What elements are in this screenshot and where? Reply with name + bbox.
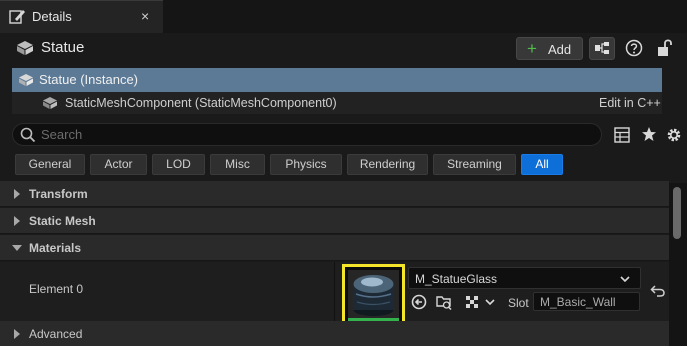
component-tree: Statue (Instance) StaticMeshComponent (S… (12, 68, 662, 114)
actor-title: Statue (41, 39, 85, 56)
category-all[interactable]: All (521, 154, 563, 175)
scrollbar-thumb[interactable] (673, 187, 681, 239)
reset-to-default-icon[interactable] (650, 284, 666, 298)
expand-arrow-icon (14, 189, 20, 199)
unlock-icon[interactable] (656, 38, 674, 58)
help-icon[interactable] (625, 39, 643, 57)
tree-row-instance[interactable]: Statue (Instance) (12, 68, 662, 92)
category-streaming[interactable]: Streaming (433, 154, 516, 175)
category-general[interactable]: General (15, 154, 85, 175)
tab-title: Details (32, 9, 72, 24)
actor-cube-icon (19, 74, 33, 86)
gear-icon[interactable] (665, 126, 683, 144)
section-transform[interactable]: Transform (0, 181, 669, 207)
category-lod[interactable]: LOD (152, 154, 205, 175)
section-materials[interactable]: Materials (0, 235, 669, 261)
star-icon[interactable] (641, 126, 657, 142)
slot-field[interactable] (533, 292, 640, 311)
expand-arrow-icon (14, 216, 20, 226)
expand-arrow-icon (14, 329, 20, 339)
static-mesh-icon (43, 97, 57, 109)
add-button-label: Add (548, 42, 572, 57)
tree-row-static-mesh-component[interactable]: StaticMeshComponent (StaticMeshComponent… (12, 92, 662, 114)
pencil-icon (9, 10, 25, 24)
section-label: Advanced (29, 327, 83, 341)
use-selected-asset-icon[interactable] (411, 294, 427, 310)
section-advanced[interactable]: Advanced (0, 321, 669, 346)
tab-bar: Details × (0, 0, 687, 33)
chevron-down-icon (620, 276, 630, 283)
slot-name-input[interactable] (540, 294, 636, 310)
table-view-icon[interactable] (614, 127, 630, 143)
section-label: Materials (29, 241, 82, 255)
column-divider[interactable] (334, 262, 335, 321)
section-label: Static Mesh (29, 214, 96, 228)
material-sphere-icon (353, 275, 394, 316)
tab-details[interactable]: Details × (0, 0, 163, 33)
category-physics[interactable]: Physics (270, 154, 342, 175)
actor-cube-icon (17, 41, 33, 55)
search-bar (12, 123, 602, 146)
blueprint-button[interactable] (589, 37, 615, 60)
material-name: M_StatueGlass (415, 272, 498, 286)
section-label: Transform (29, 187, 88, 201)
collapse-arrow-icon (12, 245, 22, 251)
category-actor[interactable]: Actor (90, 154, 147, 175)
browse-asset-icon[interactable] (436, 294, 452, 310)
element-label: Element 0 (29, 282, 84, 296)
search-icon (20, 127, 36, 143)
category-rendering[interactable]: Rendering (347, 154, 428, 175)
material-dropdown[interactable]: M_StatueGlass (408, 267, 641, 289)
tree-row-label: Statue (Instance) (39, 72, 138, 87)
section-static-mesh[interactable]: Static Mesh (0, 208, 669, 234)
material-thumbnail[interactable] (342, 264, 405, 326)
close-icon[interactable]: × (141, 8, 149, 24)
add-component-button[interactable]: + Add (516, 37, 583, 60)
category-misc[interactable]: Misc (210, 154, 265, 175)
slot-label: Slot (508, 296, 529, 310)
material-preview (348, 270, 399, 320)
hierarchy-icon (595, 42, 609, 54)
chevron-down-icon[interactable] (482, 294, 498, 310)
plus-icon: + (527, 39, 537, 58)
search-input[interactable] (41, 125, 591, 144)
checker-material-icon[interactable] (464, 294, 480, 310)
tree-row-label: StaticMeshComponent (StaticMeshComponent… (65, 96, 337, 110)
edit-in-cpp-link[interactable]: Edit in C++ (599, 96, 661, 110)
